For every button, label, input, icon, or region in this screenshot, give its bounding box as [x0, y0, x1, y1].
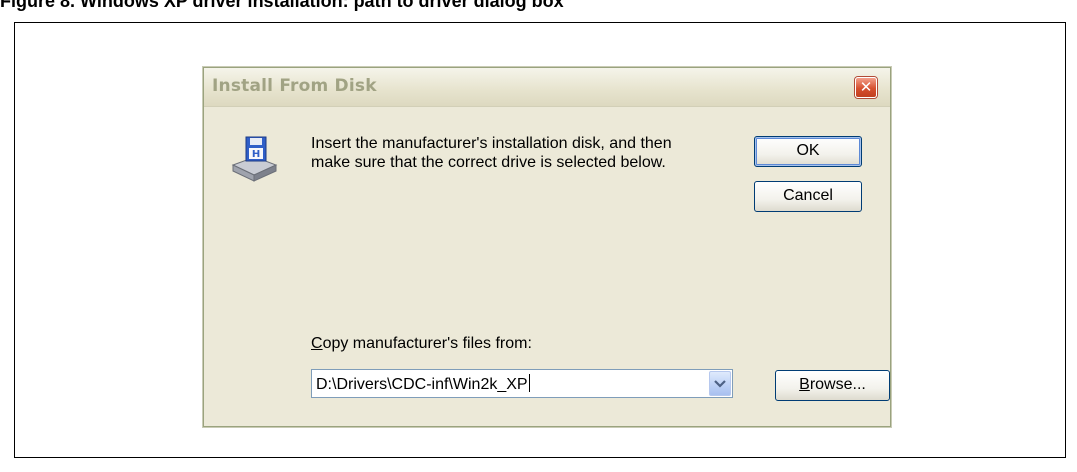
ok-button[interactable]: OK — [754, 136, 862, 167]
browse-label: rowse... — [809, 376, 866, 393]
cancel-button[interactable]: Cancel — [754, 181, 862, 212]
copy-label-accelerator: C — [311, 335, 323, 352]
dropdown-button[interactable] — [709, 371, 731, 396]
copy-label-text: opy manufacturer's files from: — [322, 335, 532, 352]
text-caret — [528, 374, 530, 392]
instruction-line-1: Insert the manufacturer's installation d… — [311, 135, 672, 152]
close-icon: ✕ — [859, 78, 873, 96]
instruction-text: Insert the manufacturer's installation d… — [311, 134, 731, 172]
install-from-disk-dialog: Install From Disk ✕ H Insert the manufac… — [203, 67, 891, 427]
floppy-disk-drive-icon: H — [231, 136, 278, 182]
browse-accelerator: B — [799, 376, 810, 393]
path-value: D:\Drivers\CDC-inf\Win2k_XP — [316, 376, 528, 393]
browse-button[interactable]: Browse... — [775, 370, 890, 401]
svg-text:H: H — [252, 149, 260, 160]
instruction-line-2: make sure that the correct drive is sele… — [311, 154, 666, 171]
copy-files-label: Copy manufacturer's files from: — [311, 335, 532, 353]
close-button[interactable]: ✕ — [855, 77, 877, 98]
title-bar[interactable]: Install From Disk ✕ — [204, 68, 890, 107]
path-input[interactable]: D:\Drivers\CDC-inf\Win2k_XP — [316, 374, 530, 394]
path-combobox[interactable]: D:\Drivers\CDC-inf\Win2k_XP — [311, 369, 733, 398]
figure-caption: Figure 8. Windows XP driver installation… — [0, 0, 564, 11]
dialog-title: Install From Disk — [212, 76, 377, 96]
chevron-down-icon — [714, 380, 726, 388]
